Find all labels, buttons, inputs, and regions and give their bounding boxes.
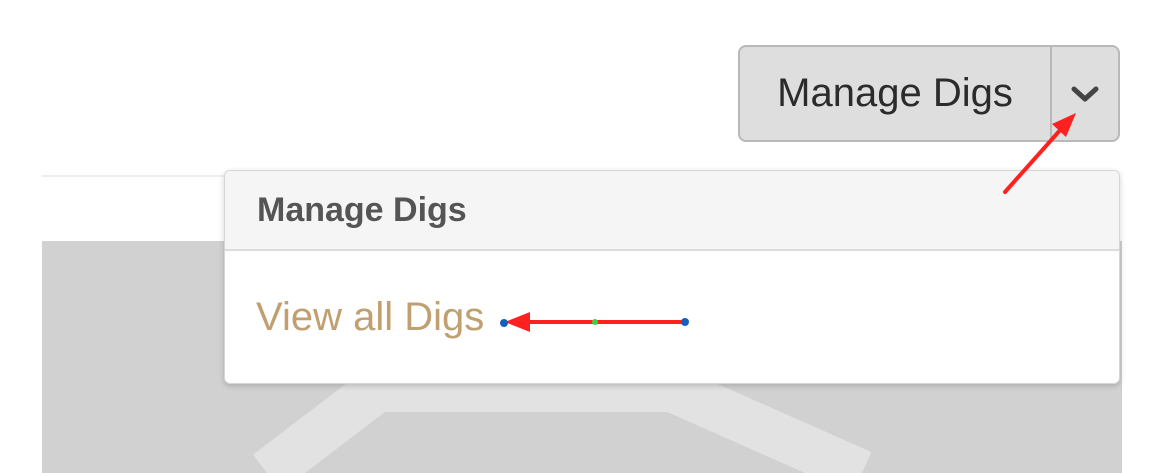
dropdown-header: Manage Digs: [225, 171, 1119, 251]
chevron-down-icon: [1071, 86, 1099, 101]
dropdown-toggle-button[interactable]: [1050, 47, 1118, 140]
view-all-digs-link[interactable]: View all Digs: [225, 251, 1119, 383]
manage-digs-split-button: Manage Digs: [738, 45, 1120, 142]
manage-digs-dropdown-menu: Manage Digs View all Digs: [224, 170, 1120, 384]
divider: [42, 175, 242, 177]
page: Manage Digs Manage Digs View all Digs: [0, 0, 1159, 473]
manage-digs-button[interactable]: Manage Digs: [740, 47, 1050, 140]
